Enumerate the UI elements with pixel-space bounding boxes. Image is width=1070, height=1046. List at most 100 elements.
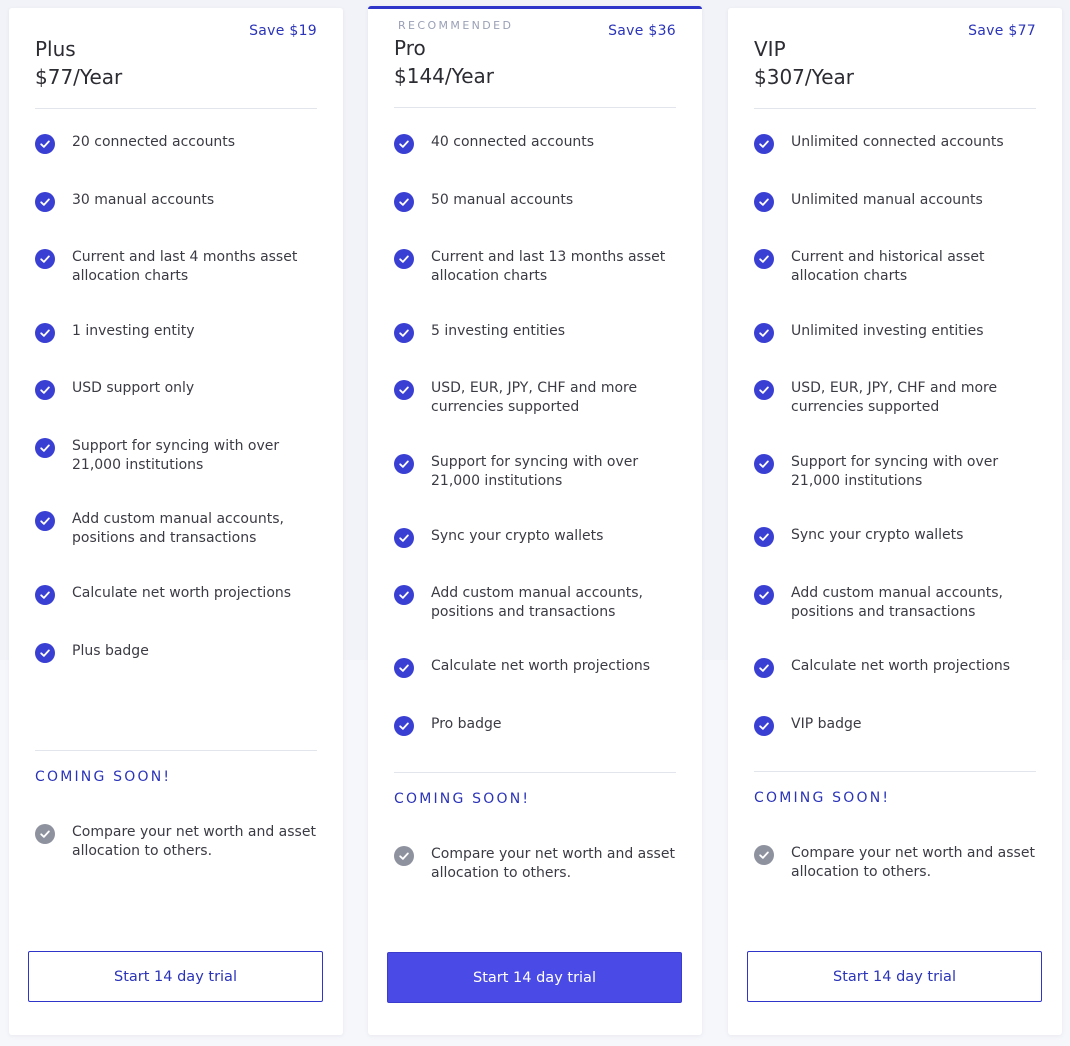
check-icon (754, 454, 774, 474)
plan-price: $77/Year (35, 65, 123, 89)
recommended-badge: RECOMMENDED (398, 19, 514, 32)
feature-text: VIP badge (791, 716, 862, 732)
feature-text: USD, EUR, JPY, CHF and more currencies s… (431, 380, 638, 415)
coming-soon-heading: COMING SOON! (754, 790, 891, 806)
divider (35, 750, 317, 751)
check-icon (35, 380, 55, 400)
check-icon (394, 585, 414, 605)
feature-item: Pro badge (394, 715, 679, 736)
feature-text: Compare your net worth and asset allocat… (791, 845, 1035, 880)
feature-text: 40 connected accounts (431, 134, 595, 150)
check-icon (35, 643, 55, 663)
feature-text: USD support only (72, 380, 195, 396)
feature-text: Support for syncing with over 21,000 ins… (431, 454, 639, 489)
check-icon (754, 249, 774, 269)
check-icon (394, 658, 414, 678)
plan-name: Pro (394, 36, 426, 60)
divider (394, 772, 676, 773)
feature-text: Sync your crypto wallets (791, 527, 964, 543)
feature-item: Current and last 4 months asset allocati… (35, 248, 320, 286)
feature-text: Support for syncing with over 21,000 ins… (791, 454, 999, 489)
feature-item: USD, EUR, JPY, CHF and more currencies s… (394, 379, 679, 417)
feature-item: VIP badge (754, 715, 1039, 736)
check-icon (754, 585, 774, 605)
feature-item: Add custom manual accounts, positions an… (754, 584, 1039, 622)
feature-text: Add custom manual accounts, positions an… (72, 511, 284, 546)
check-icon (394, 192, 414, 212)
check-icon (35, 192, 55, 212)
feature-item: Support for syncing with over 21,000 ins… (394, 453, 679, 491)
divider (35, 108, 317, 109)
feature-item: 30 manual accounts (35, 191, 320, 212)
plan-card-plus: Save $19 Plus $77/Year 20 connected acco… (9, 8, 343, 1035)
feature-item: 20 connected accounts (35, 133, 320, 154)
check-icon (394, 716, 414, 736)
check-icon (754, 716, 774, 736)
feature-text: Current and last 4 months asset allocati… (72, 249, 298, 284)
feature-item: Calculate net worth projections (394, 657, 679, 678)
check-icon (754, 380, 774, 400)
check-icon (35, 511, 55, 531)
plan-price: $307/Year (754, 65, 854, 89)
divider (754, 771, 1036, 772)
feature-item: Unlimited investing entities (754, 322, 1039, 343)
feature-item: USD, EUR, JPY, CHF and more currencies s… (754, 379, 1039, 417)
feature-item: Unlimited connected accounts (754, 133, 1039, 154)
feature-text: Calculate net worth projections (431, 658, 651, 674)
feature-item: 1 investing entity (35, 322, 320, 343)
feature-text: Sync your crypto wallets (431, 528, 604, 544)
feature-text: Add custom manual accounts, positions an… (431, 585, 643, 620)
feature-item: Support for syncing with over 21,000 ins… (35, 437, 320, 475)
check-icon (394, 454, 414, 474)
check-icon (35, 585, 55, 605)
feature-text: 30 manual accounts (72, 192, 215, 208)
feature-item: 40 connected accounts (394, 133, 679, 154)
feature-text: Compare your net worth and asset allocat… (72, 824, 316, 859)
coming-soon-item: Compare your net worth and asset allocat… (35, 823, 320, 861)
check-icon (35, 323, 55, 343)
feature-item: 5 investing entities (394, 322, 679, 343)
plan-card-vip: Save $77 VIP $307/Year Unlimited connect… (728, 8, 1062, 1035)
plan-card-pro: RECOMMENDED Save $36 Pro $144/Year 40 co… (368, 6, 702, 1035)
feature-text: Support for syncing with over 21,000 ins… (72, 438, 280, 473)
feature-text: 5 investing entities (431, 323, 566, 339)
check-icon (754, 658, 774, 678)
feature-text: Unlimited connected accounts (791, 134, 1004, 150)
divider (754, 108, 1036, 109)
start-trial-button-plus[interactable]: Start 14 day trial (28, 951, 323, 1002)
plan-price: $144/Year (394, 64, 494, 88)
check-icon (35, 134, 55, 154)
divider (394, 107, 676, 108)
feature-item: Calculate net worth projections (754, 657, 1039, 678)
coming-soon-heading: COMING SOON! (35, 769, 172, 785)
feature-item: Add custom manual accounts, positions an… (35, 510, 320, 548)
feature-item: Calculate net worth projections (35, 584, 320, 605)
check-icon (754, 323, 774, 343)
feature-text: Plus badge (72, 643, 149, 659)
feature-text: 20 connected accounts (72, 134, 236, 150)
feature-text: 1 investing entity (72, 323, 195, 339)
check-icon (394, 249, 414, 269)
feature-text: USD, EUR, JPY, CHF and more currencies s… (791, 380, 998, 415)
check-icon (754, 527, 774, 547)
coming-soon-item: Compare your net worth and asset allocat… (394, 845, 679, 883)
feature-item: USD support only (35, 379, 320, 400)
coming-soon-heading: COMING SOON! (394, 791, 531, 807)
check-icon (35, 824, 55, 844)
plan-name: Plus (35, 37, 76, 61)
feature-text: Unlimited investing entities (791, 323, 984, 339)
check-icon (394, 528, 414, 548)
feature-item: Sync your crypto wallets (394, 527, 679, 548)
start-trial-button-pro[interactable]: Start 14 day trial (387, 952, 682, 1003)
coming-soon-item: Compare your net worth and asset allocat… (754, 844, 1039, 882)
feature-item: Support for syncing with over 21,000 ins… (754, 453, 1039, 491)
feature-text: Current and historical asset allocation … (791, 249, 985, 284)
check-icon (394, 323, 414, 343)
savings-label: Save $36 (608, 23, 676, 39)
plan-name: VIP (754, 37, 786, 61)
feature-item: Sync your crypto wallets (754, 526, 1039, 547)
check-icon (754, 134, 774, 154)
check-icon (394, 846, 414, 866)
feature-text: Calculate net worth projections (791, 658, 1011, 674)
start-trial-button-vip[interactable]: Start 14 day trial (747, 951, 1042, 1002)
